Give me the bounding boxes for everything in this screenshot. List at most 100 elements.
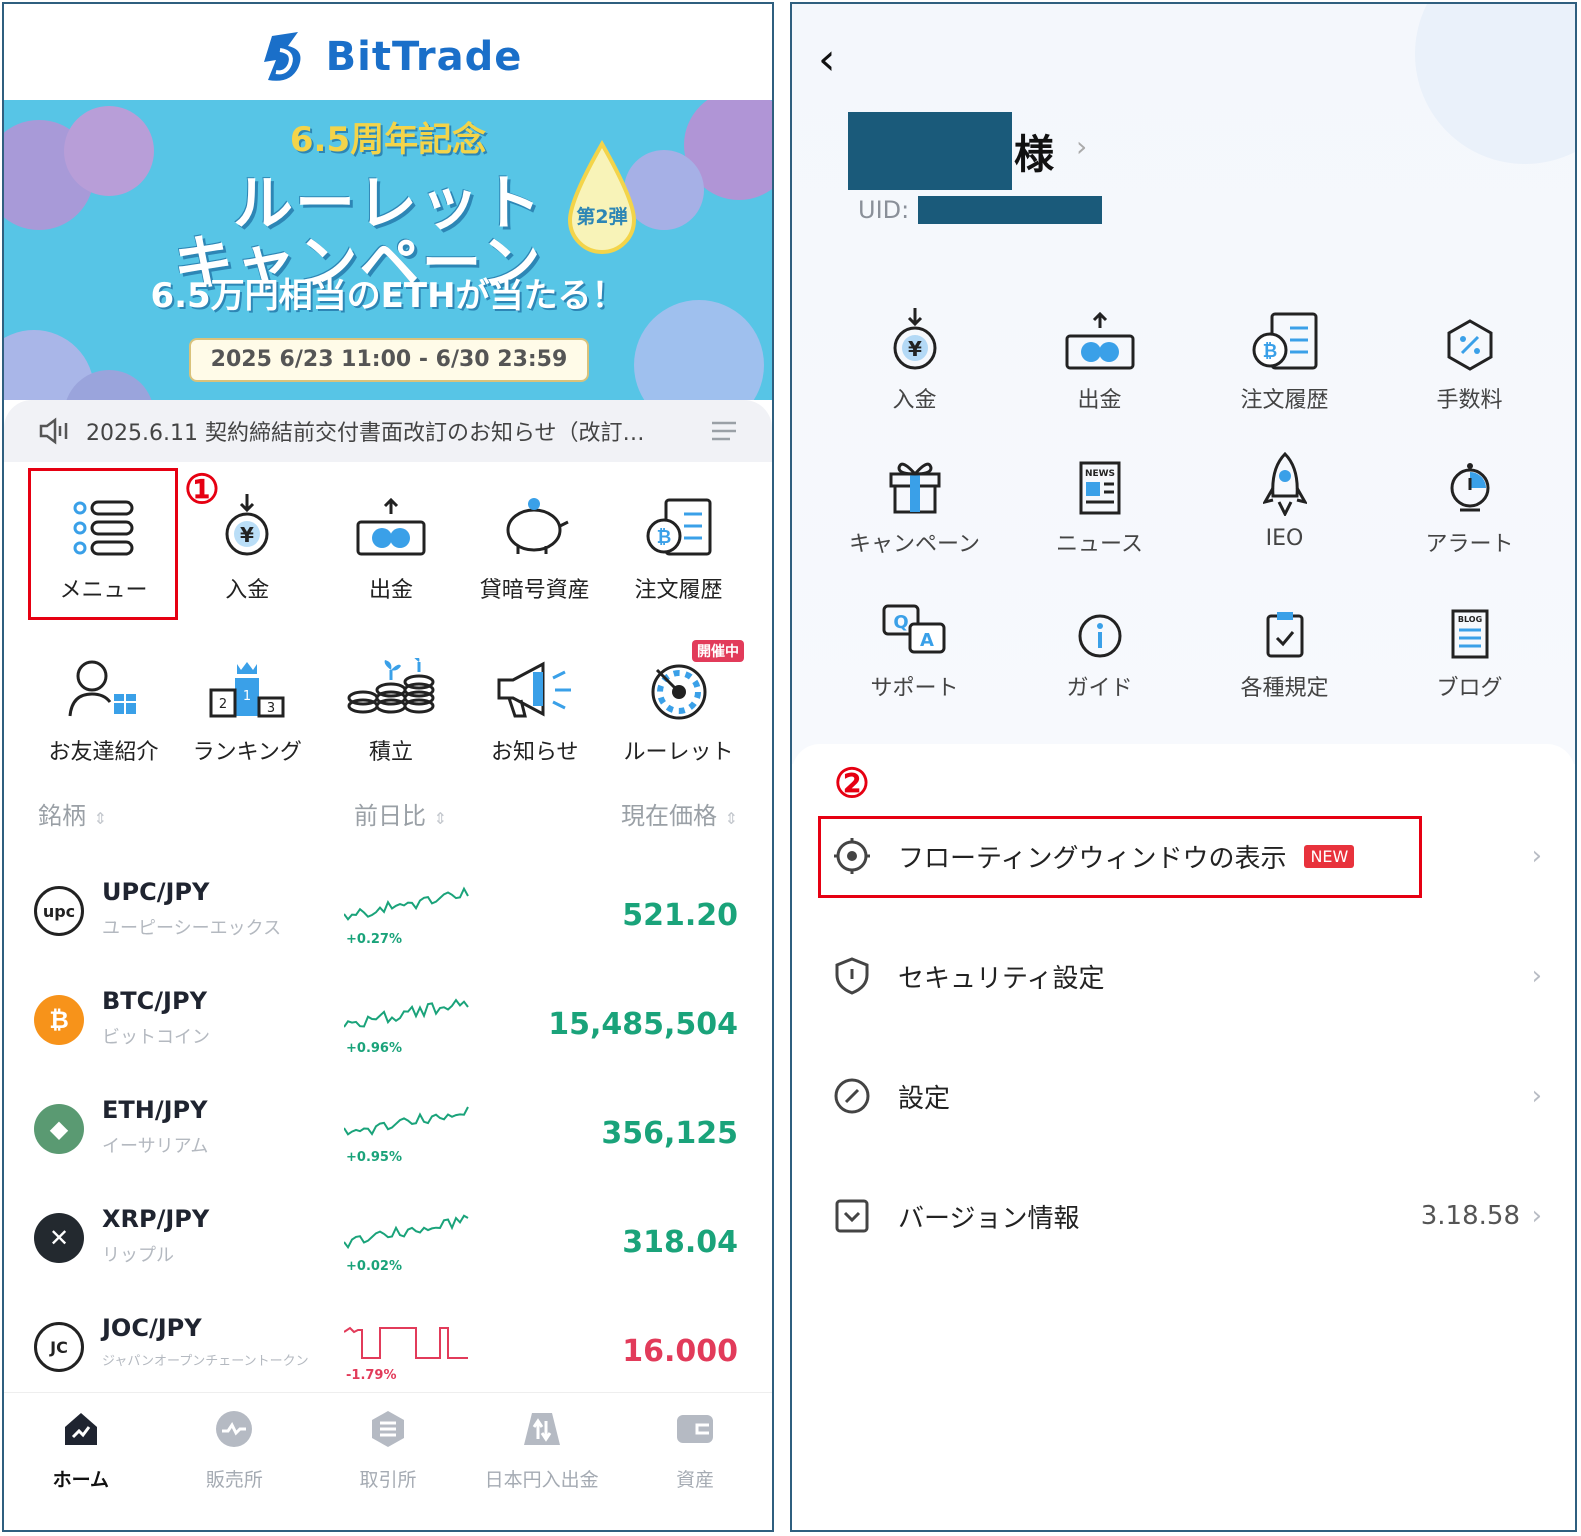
ieo-button[interactable]: IEO [1192, 444, 1377, 558]
profile-chevron-icon[interactable]: › [1076, 130, 1087, 163]
tab-trading[interactable]: 取引所 [313, 1401, 463, 1530]
blog-icon: BLOG [1451, 609, 1488, 659]
floating-window-label: フローティングウィンドウの表示 [898, 843, 1287, 874]
uid-label: UID: [858, 196, 910, 224]
pair-label: XRP/JPY [102, 1205, 210, 1233]
chevron-left-icon: ‹ [818, 34, 836, 85]
alert-button[interactable]: アラート [1377, 444, 1562, 558]
ranking-button[interactable]: 2 1 3 ランキング [176, 648, 319, 766]
header-name-label: 銘柄 [38, 802, 86, 830]
home-screen: BitTrade 6.5周年記念 ルーレット キャンペーン 第2弾 6.5万円相… [2, 2, 774, 1532]
sparkline-chart [344, 1106, 469, 1136]
logo-text: BitTrade [325, 34, 523, 80]
sort-icon: ⇕ [433, 809, 448, 828]
highlight-menu-box [28, 468, 178, 620]
roulette-icon [651, 664, 706, 720]
notice-bar[interactable]: 2025.6.11 契約締結前交付書面改訂のお知らせ（改訂… [4, 400, 772, 462]
news-notice-button[interactable]: お知らせ [463, 648, 606, 766]
market-list-header: 銘柄 ⇕ 前日比 ⇕ 現在価格 ⇕ [38, 796, 738, 836]
market-row[interactable]: upc UPC/JPY ユーピーシーエックス +0.27% 521.20 [34, 870, 738, 960]
tab-home[interactable]: ホーム [6, 1401, 156, 1530]
svg-text:₿: ₿ [656, 527, 671, 548]
change-percent: +0.02% [346, 1259, 402, 1274]
version-info-row[interactable]: バージョン情報 3.18.58 › [832, 1186, 1542, 1246]
redacted-username [848, 112, 1012, 190]
market-row[interactable]: ✕ XRP/JPY リップル +0.02% 318.04 [34, 1197, 738, 1287]
crypto-lending-button[interactable]: 貸暗号資産 [463, 486, 606, 604]
grid-label: サポート [870, 676, 959, 701]
change-percent: +0.96% [346, 1041, 402, 1056]
campaign-banner[interactable]: 6.5周年記念 ルーレット キャンペーン 第2弾 6.5万円相当のETHが当たる… [4, 100, 772, 400]
roulette-button[interactable]: 開催中 ルーレット [607, 640, 750, 766]
grid-label: ガイド [1066, 676, 1133, 701]
list-icon[interactable] [710, 419, 738, 443]
floating-window-row[interactable]: フローティングウィンドウの表示 NEW › [832, 826, 1542, 886]
settings-label: 設定 [898, 1083, 951, 1114]
coin-name: ビットコイン [102, 1027, 210, 1048]
deposit-button[interactable]: ¥ 入金 [822, 300, 1007, 414]
svg-text:1: 1 [243, 689, 251, 704]
tab-label: 販売所 [205, 1469, 263, 1491]
change-percent: +0.95% [346, 1150, 402, 1165]
sort-by-price[interactable]: 現在価格 ⇕ [621, 796, 738, 831]
settings-row[interactable]: 設定 › [832, 1066, 1542, 1126]
withdraw-button[interactable]: 出金 [320, 486, 463, 604]
campaign-button[interactable]: キャンペーン [822, 444, 1007, 558]
coin-icon: JC [34, 1322, 84, 1372]
coin-name: ジャパンオープンチェーントークン [102, 1354, 309, 1369]
sort-by-name[interactable]: 銘柄 ⇕ [38, 796, 107, 831]
target-icon [834, 838, 870, 874]
guide-button[interactable]: ガイド [1007, 588, 1192, 702]
new-badge: NEW [1304, 844, 1355, 868]
withdraw-label: 出金 [368, 578, 413, 603]
market-row[interactable]: ◆ ETH/JPY イーサリアム +0.95% 356,125 [34, 1088, 738, 1178]
market-row[interactable]: JC JOC/JPY ジャパンオープンチェーントークン -1.79% 16.000 [34, 1306, 738, 1396]
support-button[interactable]: QA サポート [822, 588, 1007, 702]
sort-icon: ⇕ [93, 809, 108, 828]
accumulation-button[interactable]: 積立 [320, 648, 463, 766]
sort-by-change[interactable]: 前日比 ⇕ [354, 796, 447, 831]
fee-button[interactable]: 手数料 [1377, 300, 1562, 414]
annotation-2: ② [834, 760, 870, 807]
drop-icon [567, 139, 637, 254]
tab-label: 資産 [676, 1469, 715, 1491]
security-settings-row[interactable]: セキュリティ設定 › [832, 946, 1542, 1006]
referral-icon [68, 660, 136, 717]
coin-icon: ◆ [34, 1104, 84, 1154]
deposit-icon: ¥ [225, 494, 269, 556]
menu-grid-row3: QA サポート ガイド 各種規定 BLOG ブログ [822, 588, 1562, 702]
info-icon [1078, 614, 1121, 658]
rules-clipboard-icon [1266, 612, 1303, 658]
order-history-button[interactable]: ₿ 注文履歴 [607, 486, 750, 604]
grid-label: アラート [1425, 532, 1514, 557]
tab-assets[interactable]: 資産 [620, 1401, 770, 1530]
back-button[interactable]: ‹ [818, 34, 836, 85]
svg-text:¥: ¥ [240, 523, 254, 547]
withdraw-button[interactable]: 出金 [1007, 300, 1192, 414]
chevron-right-icon: › [1531, 961, 1542, 991]
banner-anniversary: 6.5周年記念 [289, 120, 487, 160]
tab-shop[interactable]: 販売所 [159, 1401, 309, 1530]
chevron-right-icon: › [1531, 1081, 1542, 1111]
referral-button[interactable]: お友達紹介 [32, 648, 175, 766]
megaphone-icon [497, 661, 571, 718]
home-icon [64, 1413, 97, 1445]
sort-icon: ⇕ [724, 809, 738, 828]
market-row[interactable]: ₿ BTC/JPY ビットコイン +0.96% 15,485,504 [34, 979, 738, 1069]
svg-text:3: 3 [267, 701, 275, 716]
coin-name: リップル [102, 1245, 174, 1266]
svg-text:2: 2 [219, 697, 227, 712]
news-button[interactable]: NEWS ニュース [1007, 444, 1192, 558]
blog-button[interactable]: BLOG ブログ [1377, 588, 1562, 702]
grid-label: 出金 [1077, 388, 1122, 413]
order-history-button[interactable]: ₿ 注文履歴 [1192, 300, 1377, 414]
sparkline-path [344, 1214, 469, 1250]
grid-label: キャンペーン [849, 532, 980, 557]
ongoing-badge: 開催中 [692, 640, 744, 662]
sparkline-chart [344, 998, 469, 1028]
deposit-icon: ¥ [893, 308, 936, 370]
fee-icon [1447, 319, 1492, 371]
coin-icon: ₿ [34, 995, 84, 1045]
tab-yen-transfer[interactable]: 日本円入出金 [467, 1401, 617, 1530]
rules-button[interactable]: 各種規定 [1192, 588, 1377, 702]
